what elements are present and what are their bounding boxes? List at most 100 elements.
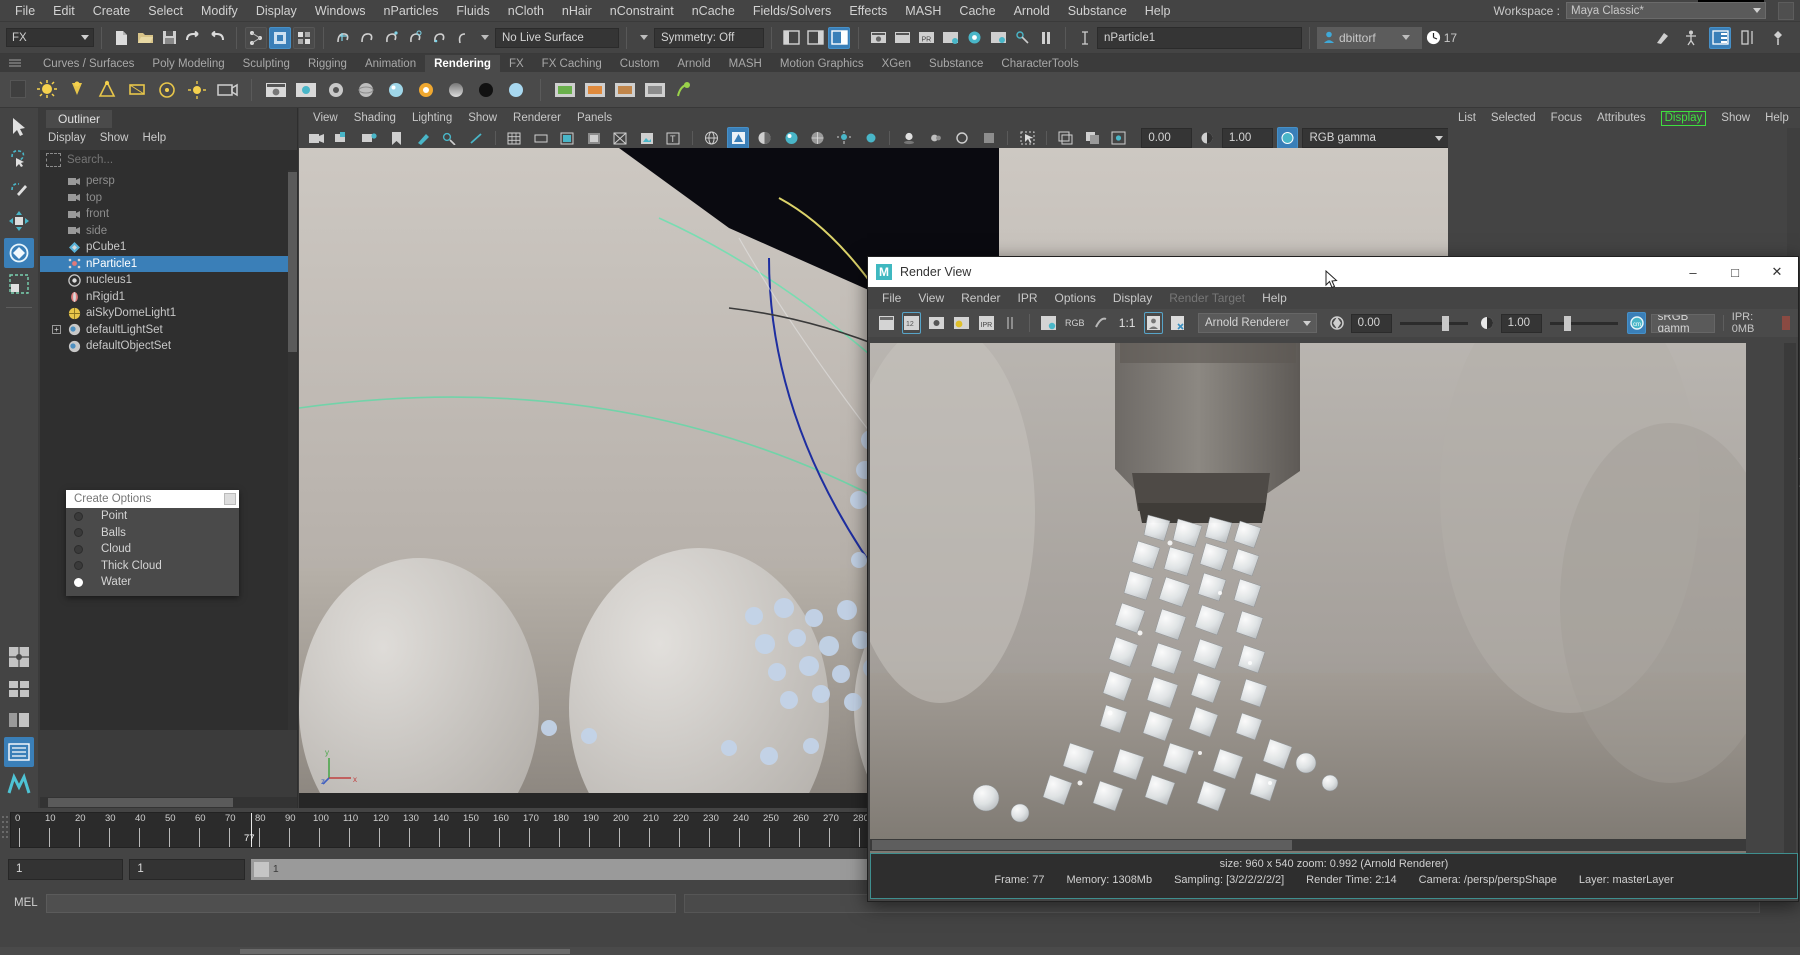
paint-select-tool[interactable] [4,175,34,205]
render-settings-icon[interactable] [1039,312,1058,334]
scrollbar-thumb[interactable] [872,840,1292,850]
menu-ncloth[interactable]: nCloth [499,2,553,20]
undo-button[interactable] [182,27,204,49]
viewport-menu-renderer[interactable]: Renderer [513,112,561,124]
shelf-render-settings-icon[interactable] [323,77,349,103]
gamma-field[interactable]: 1.00 [1222,128,1273,148]
menu-effects[interactable]: Effects [840,2,896,20]
color-management-field[interactable]: sRGB gamm [1651,314,1715,333]
menu-nparticles[interactable]: nParticles [375,2,448,20]
ambient-occlusion-icon[interactable] [925,127,947,149]
viewport-grid-icon[interactable] [503,127,525,149]
create-options-resize-handle[interactable] [224,493,236,505]
menu-nconstraint[interactable]: nConstraint [601,2,683,20]
keep-image-icon[interactable] [1144,312,1162,334]
menu-fields-solvers[interactable]: Fields/Solvers [744,2,841,20]
wireframe-on-shaded-icon[interactable] [807,127,829,149]
rv-menu-options[interactable]: Options [1055,291,1096,305]
render-view-vertical-scrollbar[interactable] [1784,343,1796,855]
expand-toggle-icon[interactable]: + [52,325,61,334]
save-scene-button[interactable] [158,27,180,49]
outliner-item-aiskydomelight1[interactable]: aiSkyDomeLight1 [40,305,297,322]
menu-display[interactable]: Display [247,2,306,20]
render-region-icon[interactable] [877,312,896,334]
lasso-select-tool[interactable] [4,144,34,174]
make-live-button[interactable] [452,27,474,49]
radio-button[interactable] [74,545,83,554]
rv-menu-view[interactable]: View [918,291,944,305]
chevron-down-icon[interactable] [481,35,489,40]
shaded-textured-icon[interactable] [754,127,776,149]
outliner-item-nrigid1[interactable]: nRigid1 [40,289,297,306]
rv-menu-render[interactable]: Render [961,291,1000,305]
chevron-down-icon[interactable] [640,35,648,40]
menu-substance[interactable]: Substance [1059,2,1136,20]
shelf-render-layer-icon[interactable] [552,77,578,103]
light-editor-button[interactable] [1011,27,1033,49]
outliner-tab[interactable]: Outliner [46,110,112,128]
shelf-volume-light-icon[interactable] [154,77,180,103]
render-view-window[interactable]: M Render View – □ ✕ File View Render IPR… [867,256,1799,902]
shelf-tab-animation[interactable]: Animation [356,55,425,72]
outliner-item-side[interactable]: side [40,223,297,240]
shelf-ipr-render-icon[interactable] [293,77,319,103]
shelf-spot-light-icon[interactable] [94,77,120,103]
isolate-select-icon[interactable] [1016,127,1038,149]
human-ik-button[interactable] [1680,27,1702,49]
attribute-editor-toggle-button[interactable] [1709,27,1731,49]
menu-fluids[interactable]: Fluids [447,2,498,20]
ae-menu-selected[interactable]: Selected [1491,112,1536,124]
viewport-paint-icon[interactable] [412,127,434,149]
viewport-sculpt-icon[interactable] [439,127,461,149]
scrollbar-thumb[interactable] [288,172,297,352]
ae-menu-focus[interactable]: Focus [1551,112,1582,124]
ae-menu-show[interactable]: Show [1721,112,1750,124]
shelf-black-material-icon[interactable] [473,77,499,103]
render-sequence-icon[interactable] [952,312,971,334]
render-current-frame-button[interactable] [867,27,889,49]
maximize-icon[interactable]: □ [1714,257,1756,287]
wireframe-shading-icon[interactable] [701,127,723,149]
menu-help[interactable]: Help [1136,2,1180,20]
shelf-render-current-frame-icon[interactable] [263,77,289,103]
shelf-tab-poly-modeling[interactable]: Poly Modeling [143,55,233,72]
shelf-tab-mash[interactable]: MASH [720,55,771,72]
filter-icon[interactable] [46,153,61,167]
outliner-list[interactable]: persp top front side pCube1 [40,170,297,730]
close-icon[interactable]: ✕ [1756,257,1798,287]
hypershade-button[interactable] [987,27,1009,49]
textured-shading-icon[interactable] [780,127,802,149]
ipr-render-button[interactable]: PR [915,27,937,49]
outliner-menu-display[interactable]: Display [48,132,86,144]
shelf-ambient-light-icon[interactable] [184,77,210,103]
shelf-tab-arnold[interactable]: Arnold [668,55,719,72]
menu-edit[interactable]: Edit [44,2,84,20]
four-view-layout-button[interactable] [4,643,34,673]
exposure-slider[interactable] [1400,322,1468,325]
viewport-camera-icon[interactable] [306,127,328,149]
ipr-render-icon[interactable]: IPR [977,312,996,334]
new-scene-button[interactable] [110,27,132,49]
open-scene-button[interactable] [134,27,156,49]
exposure-icon[interactable] [1327,312,1345,334]
move-tool[interactable] [4,207,34,237]
shelf-area-light-icon[interactable] [124,77,150,103]
gamma-field[interactable]: 1.00 [1501,314,1543,333]
show-hide-sidebar-right-button[interactable] [804,27,826,49]
radio-button[interactable] [74,512,83,521]
create-option-point[interactable]: Point [66,508,239,525]
remove-image-icon[interactable] [1169,312,1187,334]
outliner-item-defaultobjectset[interactable]: defaultObjectSet [40,338,297,355]
viewport-bookmark-icon[interactable] [386,127,408,149]
viewport-menu-panels[interactable]: Panels [577,112,612,124]
shelf-tab-rendering[interactable]: Rendering [425,55,500,72]
snapshot-icon[interactable] [927,312,946,334]
smooth-shading-icon[interactable] [727,127,749,149]
snap-to-projected-center-button[interactable] [404,27,426,49]
snapshot-icon[interactable] [1055,127,1077,149]
viewport-measure-icon[interactable] [465,127,487,149]
slider-knob[interactable] [1564,316,1571,331]
alpha-channel-icon[interactable] [1092,312,1110,334]
shelf-render-setup-icon[interactable] [582,77,608,103]
snap-to-grid-button[interactable] [332,27,354,49]
